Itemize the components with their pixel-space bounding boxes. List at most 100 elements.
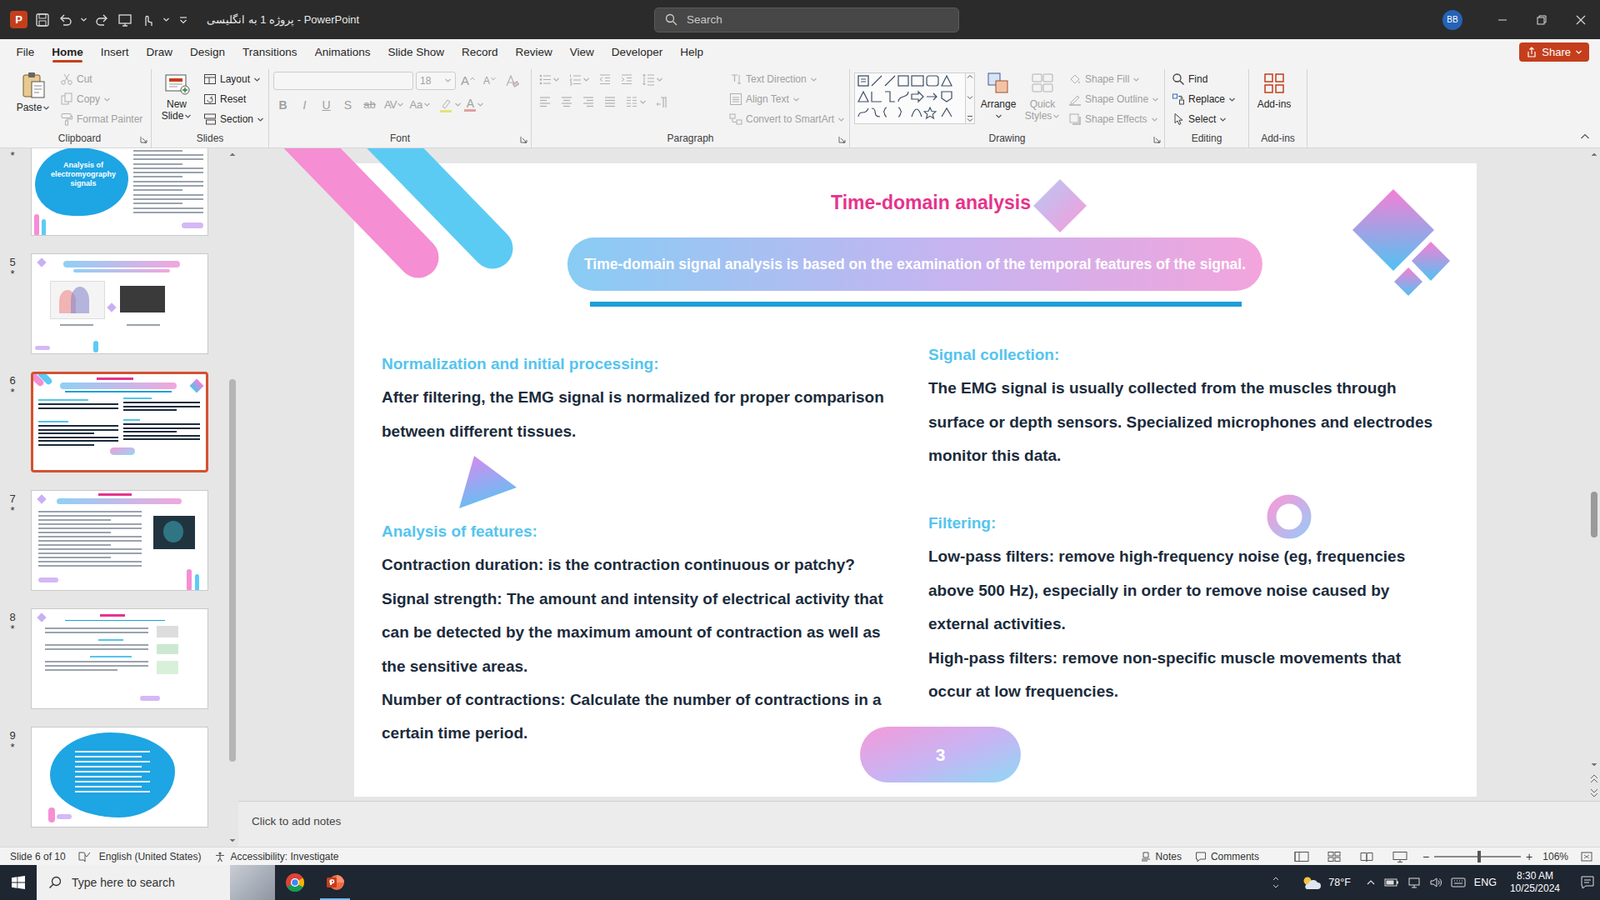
replace-button[interactable]: Replace — [1169, 89, 1239, 110]
add-ins-button[interactable]: Add-ins — [1253, 69, 1295, 112]
scroll-down-icon[interactable] — [966, 94, 974, 101]
ribbon-tab[interactable]: Insert — [91, 39, 138, 65]
ribbon-tab[interactable]: View — [560, 39, 603, 65]
redo-icon[interactable] — [95, 12, 110, 28]
align-center-button[interactable] — [557, 91, 576, 112]
italic-button[interactable]: I — [295, 95, 315, 115]
clear-formatting-button[interactable] — [501, 70, 521, 91]
accessibility-button[interactable]: Accessibility: Investigate — [214, 850, 339, 863]
text-direction-button[interactable]: Text Direction — [726, 69, 848, 90]
align-right-button[interactable] — [579, 91, 598, 112]
ribbon-tab[interactable]: Design — [181, 39, 235, 65]
account-avatar[interactable]: BB — [1442, 10, 1463, 30]
select-button[interactable]: Select — [1169, 109, 1239, 130]
text-direction-rtl-button[interactable] — [652, 91, 671, 112]
previous-slide-icon[interactable] — [1588, 770, 1600, 786]
language-label[interactable]: English (United States) — [99, 850, 202, 863]
slide-subtitle[interactable]: Time-domain signal analysis is based on … — [567, 237, 1263, 291]
dialog-launcher-icon[interactable] — [838, 135, 846, 144]
ribbon-tab[interactable]: Animations — [305, 39, 380, 65]
bold-button[interactable]: B — [273, 95, 293, 115]
arrange-button[interactable]: Arrange — [977, 69, 1020, 124]
ribbon-tab[interactable]: Review — [506, 39, 561, 65]
highlight-button[interactable] — [438, 95, 462, 115]
slide-thumbnail[interactable]: Analysis of electromyography signals — [30, 148, 209, 236]
text-box[interactable]: Analysis of features:Contraction duratio… — [381, 515, 924, 751]
clock[interactable]: 8:30 AM10/25/2024 — [1505, 870, 1565, 895]
battery-icon[interactable] — [1384, 875, 1400, 890]
scroll-up-icon[interactable] — [226, 148, 239, 160]
line-spacing-button[interactable] — [639, 69, 666, 90]
weather-widget[interactable]: 78°F — [1300, 874, 1351, 891]
start-button[interactable] — [0, 865, 37, 900]
touch-dropdown-icon[interactable] — [162, 15, 170, 24]
ribbon-tab[interactable]: Draw — [137, 39, 182, 65]
decrease-indent-button[interactable] — [595, 69, 615, 90]
notes-placeholder[interactable]: Click to add notes — [251, 815, 341, 828]
page-number[interactable]: 3 — [860, 726, 1021, 783]
slide-thumbnail[interactable] — [30, 726, 209, 828]
thumbnails-scrollbar[interactable] — [226, 148, 239, 847]
strikethrough-button[interactable]: ab — [360, 95, 380, 115]
slide-thumbnail[interactable] — [30, 608, 209, 710]
shape-effects-button[interactable]: Shape Effects — [1065, 109, 1162, 130]
text-box[interactable]: Normalization and initial processing:Aft… — [381, 347, 924, 449]
ribbon-tab[interactable]: Slide Show — [379, 39, 454, 65]
bullets-button[interactable] — [535, 69, 563, 90]
notes-button[interactable]: Notes — [1140, 850, 1182, 863]
font-color-button[interactable]: A — [464, 95, 485, 115]
scroll-down-icon[interactable] — [1588, 759, 1600, 771]
justify-button[interactable] — [600, 91, 620, 112]
notifications-icon[interactable] — [1580, 875, 1595, 890]
character-spacing-button[interactable]: AV — [384, 95, 405, 115]
taskbar-search-input[interactable] — [70, 875, 222, 890]
underline-button[interactable]: U — [316, 95, 336, 115]
slide-show-icon[interactable] — [1392, 850, 1408, 863]
input-language[interactable]: ENG — [1474, 876, 1497, 889]
reset-button[interactable]: Reset — [200, 89, 267, 110]
copy-button[interactable]: Copy — [57, 89, 145, 110]
reading-view-icon[interactable] — [1359, 850, 1375, 863]
scroll-thumb[interactable] — [1590, 491, 1598, 538]
volume-icon[interactable] — [1429, 875, 1443, 890]
shape-fill-button[interactable]: Shape Fill — [1065, 69, 1162, 90]
columns-button[interactable] — [622, 91, 650, 112]
dialog-launcher-icon[interactable] — [1153, 135, 1161, 144]
undo-icon[interactable] — [57, 12, 73, 28]
next-slide-icon[interactable] — [1588, 785, 1600, 801]
dialog-launcher-icon[interactable] — [140, 135, 148, 144]
ribbon-tab[interactable]: Developer — [602, 39, 672, 65]
new-slide-button[interactable]: New Slide — [155, 69, 198, 124]
keyboard-icon[interactable] — [1450, 876, 1466, 889]
slide-scrollbar[interactable] — [1587, 148, 1600, 801]
spelling-icon[interactable] — [77, 850, 91, 864]
restore-button[interactable] — [1521, 0, 1561, 40]
share-button[interactable]: Share — [1519, 42, 1590, 62]
save-icon[interactable] — [35, 12, 50, 28]
format-painter-button[interactable]: Format Painter — [57, 109, 145, 130]
ribbon-tab[interactable]: File — [7, 39, 44, 65]
present-icon[interactable] — [117, 12, 133, 28]
convert-smartart-button[interactable]: Convert to SmartArt — [726, 109, 848, 130]
notes-pane[interactable]: Click to add notes — [238, 800, 1600, 847]
comments-button[interactable]: Comments — [1195, 850, 1260, 863]
zoom-slider[interactable] — [1434, 855, 1521, 858]
network-icon[interactable] — [1407, 875, 1421, 890]
gallery-scroll[interactable] — [965, 72, 975, 125]
shrink-font-button[interactable]: A — [480, 70, 500, 91]
powerpoint-app[interactable] — [315, 865, 355, 900]
ribbon-tab[interactable]: Transitions — [234, 39, 307, 65]
section-button[interactable]: Section — [200, 109, 267, 130]
text-box[interactable]: Signal collection:The EMG signal is usua… — [928, 338, 1470, 474]
scroll-down-icon[interactable] — [226, 835, 239, 847]
customize-icon[interactable] — [177, 14, 190, 26]
slide-sorter-icon[interactable] — [1327, 850, 1341, 863]
quick-styles-button[interactable]: Quick Styles — [1021, 69, 1064, 124]
font-size-box[interactable]: 18 — [415, 71, 456, 90]
zoom-out-button[interactable]: − — [1422, 850, 1430, 864]
slide-thumbnail[interactable] — [30, 253, 209, 355]
align-left-button[interactable] — [535, 91, 555, 112]
font-name-box[interactable] — [273, 71, 414, 90]
search-box[interactable] — [654, 7, 960, 33]
grow-font-button[interactable]: A — [458, 70, 478, 91]
